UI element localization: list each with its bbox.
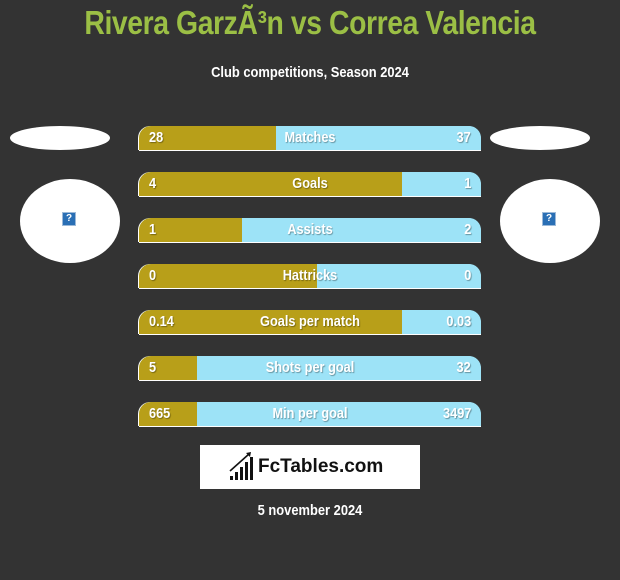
right-value: 1 — [463, 175, 471, 192]
stat-label: Hattricks — [282, 267, 338, 284]
left-value: 1 — [149, 221, 157, 238]
stat-label: Assists — [287, 221, 333, 238]
right-value: 0 — [463, 267, 471, 284]
stat-bar-shots-per-goal: Shots per goal 5 32 — [139, 356, 481, 380]
stat-bar-min-per-goal: Min per goal 665 3497 — [139, 402, 481, 426]
stat-bar-goals: Goals 4 1 — [139, 172, 481, 196]
stat-label: Shots per goal — [265, 359, 355, 376]
brand-name: FcTables.com — [258, 456, 384, 477]
right-value: 32 — [456, 359, 471, 376]
stat-label: Min per goal — [272, 405, 348, 422]
right-value: 3497 — [442, 405, 471, 422]
right-value: 2 — [463, 221, 471, 238]
stat-label: Matches — [284, 129, 336, 146]
right-player-logo: ? — [500, 179, 600, 263]
page-title: Rivera GarzÃ³n vs Correa Valencia — [84, 4, 536, 41]
left-value: 0.14 — [149, 313, 174, 330]
date-label: 5 november 2024 — [257, 502, 363, 519]
missing-image-icon: ? — [542, 212, 556, 226]
right-value: 0.03 — [446, 313, 471, 330]
page-subtitle: Club competitions, Season 2024 — [211, 64, 409, 81]
fctables-logo[interactable]: FcTables.com — [200, 445, 420, 489]
left-value: 4 — [149, 175, 157, 192]
right-player-name-oval — [490, 126, 590, 150]
missing-image-icon: ? — [62, 212, 76, 226]
left-player-name-oval — [10, 126, 110, 150]
left-value: 0 — [149, 267, 157, 284]
stat-bar-matches: Matches 28 37 — [139, 126, 481, 150]
stat-label: Goals per match — [260, 313, 360, 330]
stat-bar-hattricks: Hattricks 0 0 — [139, 264, 481, 288]
stat-bar-goals-per-match: Goals per match 0.14 0.03 — [139, 310, 481, 334]
stat-bar-assists: Assists 1 2 — [139, 218, 481, 242]
bar-chart-growth-icon — [229, 452, 253, 480]
left-player-logo: ? — [20, 179, 120, 263]
right-value: 37 — [456, 129, 471, 146]
left-value: 665 — [149, 405, 171, 422]
left-value: 5 — [149, 359, 157, 376]
left-value: 28 — [149, 129, 164, 146]
stat-label: Goals — [292, 175, 328, 192]
